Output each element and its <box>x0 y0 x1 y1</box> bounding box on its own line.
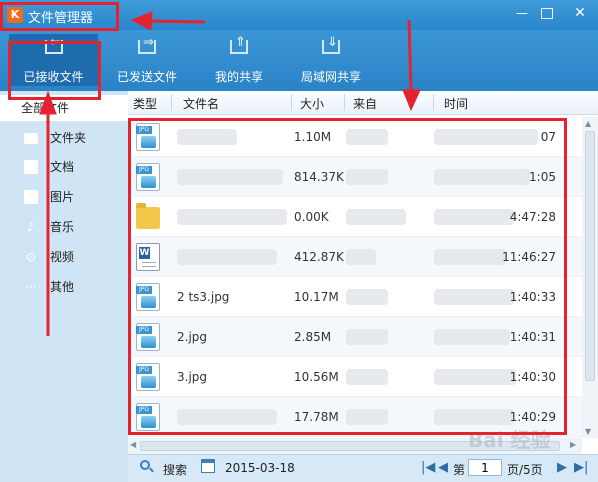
annotation-arrows <box>39 11 421 336</box>
